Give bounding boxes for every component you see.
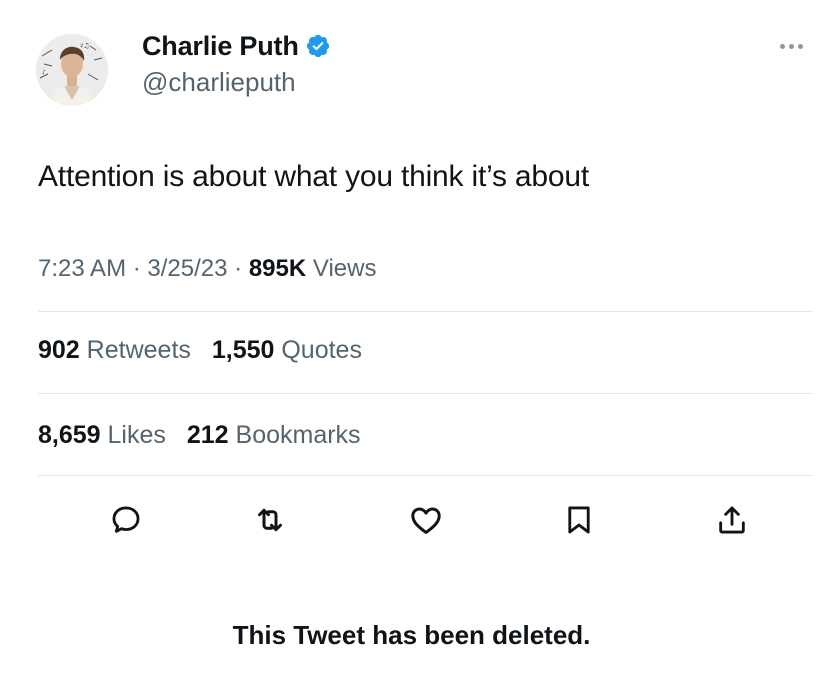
stats-row-shares: 902 Retweets 1,550 Quotes [38, 336, 376, 365]
avatar-image: ♯♫ ♪ [36, 34, 108, 106]
bookmarks-count: 212 [186, 421, 229, 449]
likes-count: 8,659 [38, 421, 101, 449]
tweet-text: Attention is about what you think it’s a… [38, 160, 590, 193]
author-handle[interactable]: @charlieputh [142, 67, 296, 98]
reply-button[interactable] [104, 498, 148, 542]
quotes-stat[interactable]: 1,550 Quotes [212, 336, 362, 364]
retweets-label: Retweets [86, 336, 191, 364]
likes-label: Likes [107, 421, 166, 449]
tweet-date[interactable]: 3/25/23 [147, 255, 227, 282]
avatar[interactable]: ♯♫ ♪ [36, 34, 108, 106]
like-button[interactable] [404, 498, 448, 542]
author-name-row: Charlie Puth [142, 30, 331, 62]
share-icon [719, 506, 745, 534]
meta-separator: · [132, 255, 141, 282]
verified-badge-icon [305, 33, 331, 59]
stats-row-reactions: 8,659 Likes 212 Bookmarks [38, 421, 375, 450]
bookmarks-stat[interactable]: 212 Bookmarks [187, 421, 361, 449]
action-bar [0, 498, 823, 542]
retweets-stat[interactable]: 902 Retweets [38, 336, 198, 364]
display-name[interactable]: Charlie Puth [142, 31, 299, 62]
divider [38, 475, 813, 476]
bookmark-button[interactable] [557, 498, 601, 542]
tweet-card: ♯♫ ♪ Charlie Puth @charlieputh Attention… [0, 0, 823, 678]
divider [38, 393, 813, 394]
tweet-meta: 7:23 AM · 3/25/23 · 895K Views [38, 255, 376, 283]
more-options-icon[interactable] [780, 44, 803, 49]
retweet-icon [258, 508, 282, 532]
tweet-time[interactable]: 7:23 AM [38, 255, 126, 282]
retweet-button[interactable] [248, 498, 292, 542]
likes-stat[interactable]: 8,659 Likes [38, 421, 173, 449]
deleted-notice: This Tweet has been deleted. [232, 620, 591, 650]
reply-icon [112, 506, 140, 533]
quotes-label: Quotes [281, 336, 362, 364]
svg-text:♯♫: ♯♫ [80, 42, 90, 50]
retweets-count: 902 [38, 336, 80, 364]
bookmarks-label: Bookmarks [235, 421, 361, 449]
divider [38, 311, 813, 312]
views-count: 895K [248, 255, 307, 282]
views-label: Views [312, 255, 377, 282]
share-button[interactable] [710, 498, 754, 542]
like-icon [411, 507, 441, 534]
quotes-count: 1,550 [211, 336, 275, 364]
bookmark-icon [568, 506, 590, 534]
svg-text:♪: ♪ [42, 69, 46, 76]
meta-separator: · [234, 255, 243, 282]
